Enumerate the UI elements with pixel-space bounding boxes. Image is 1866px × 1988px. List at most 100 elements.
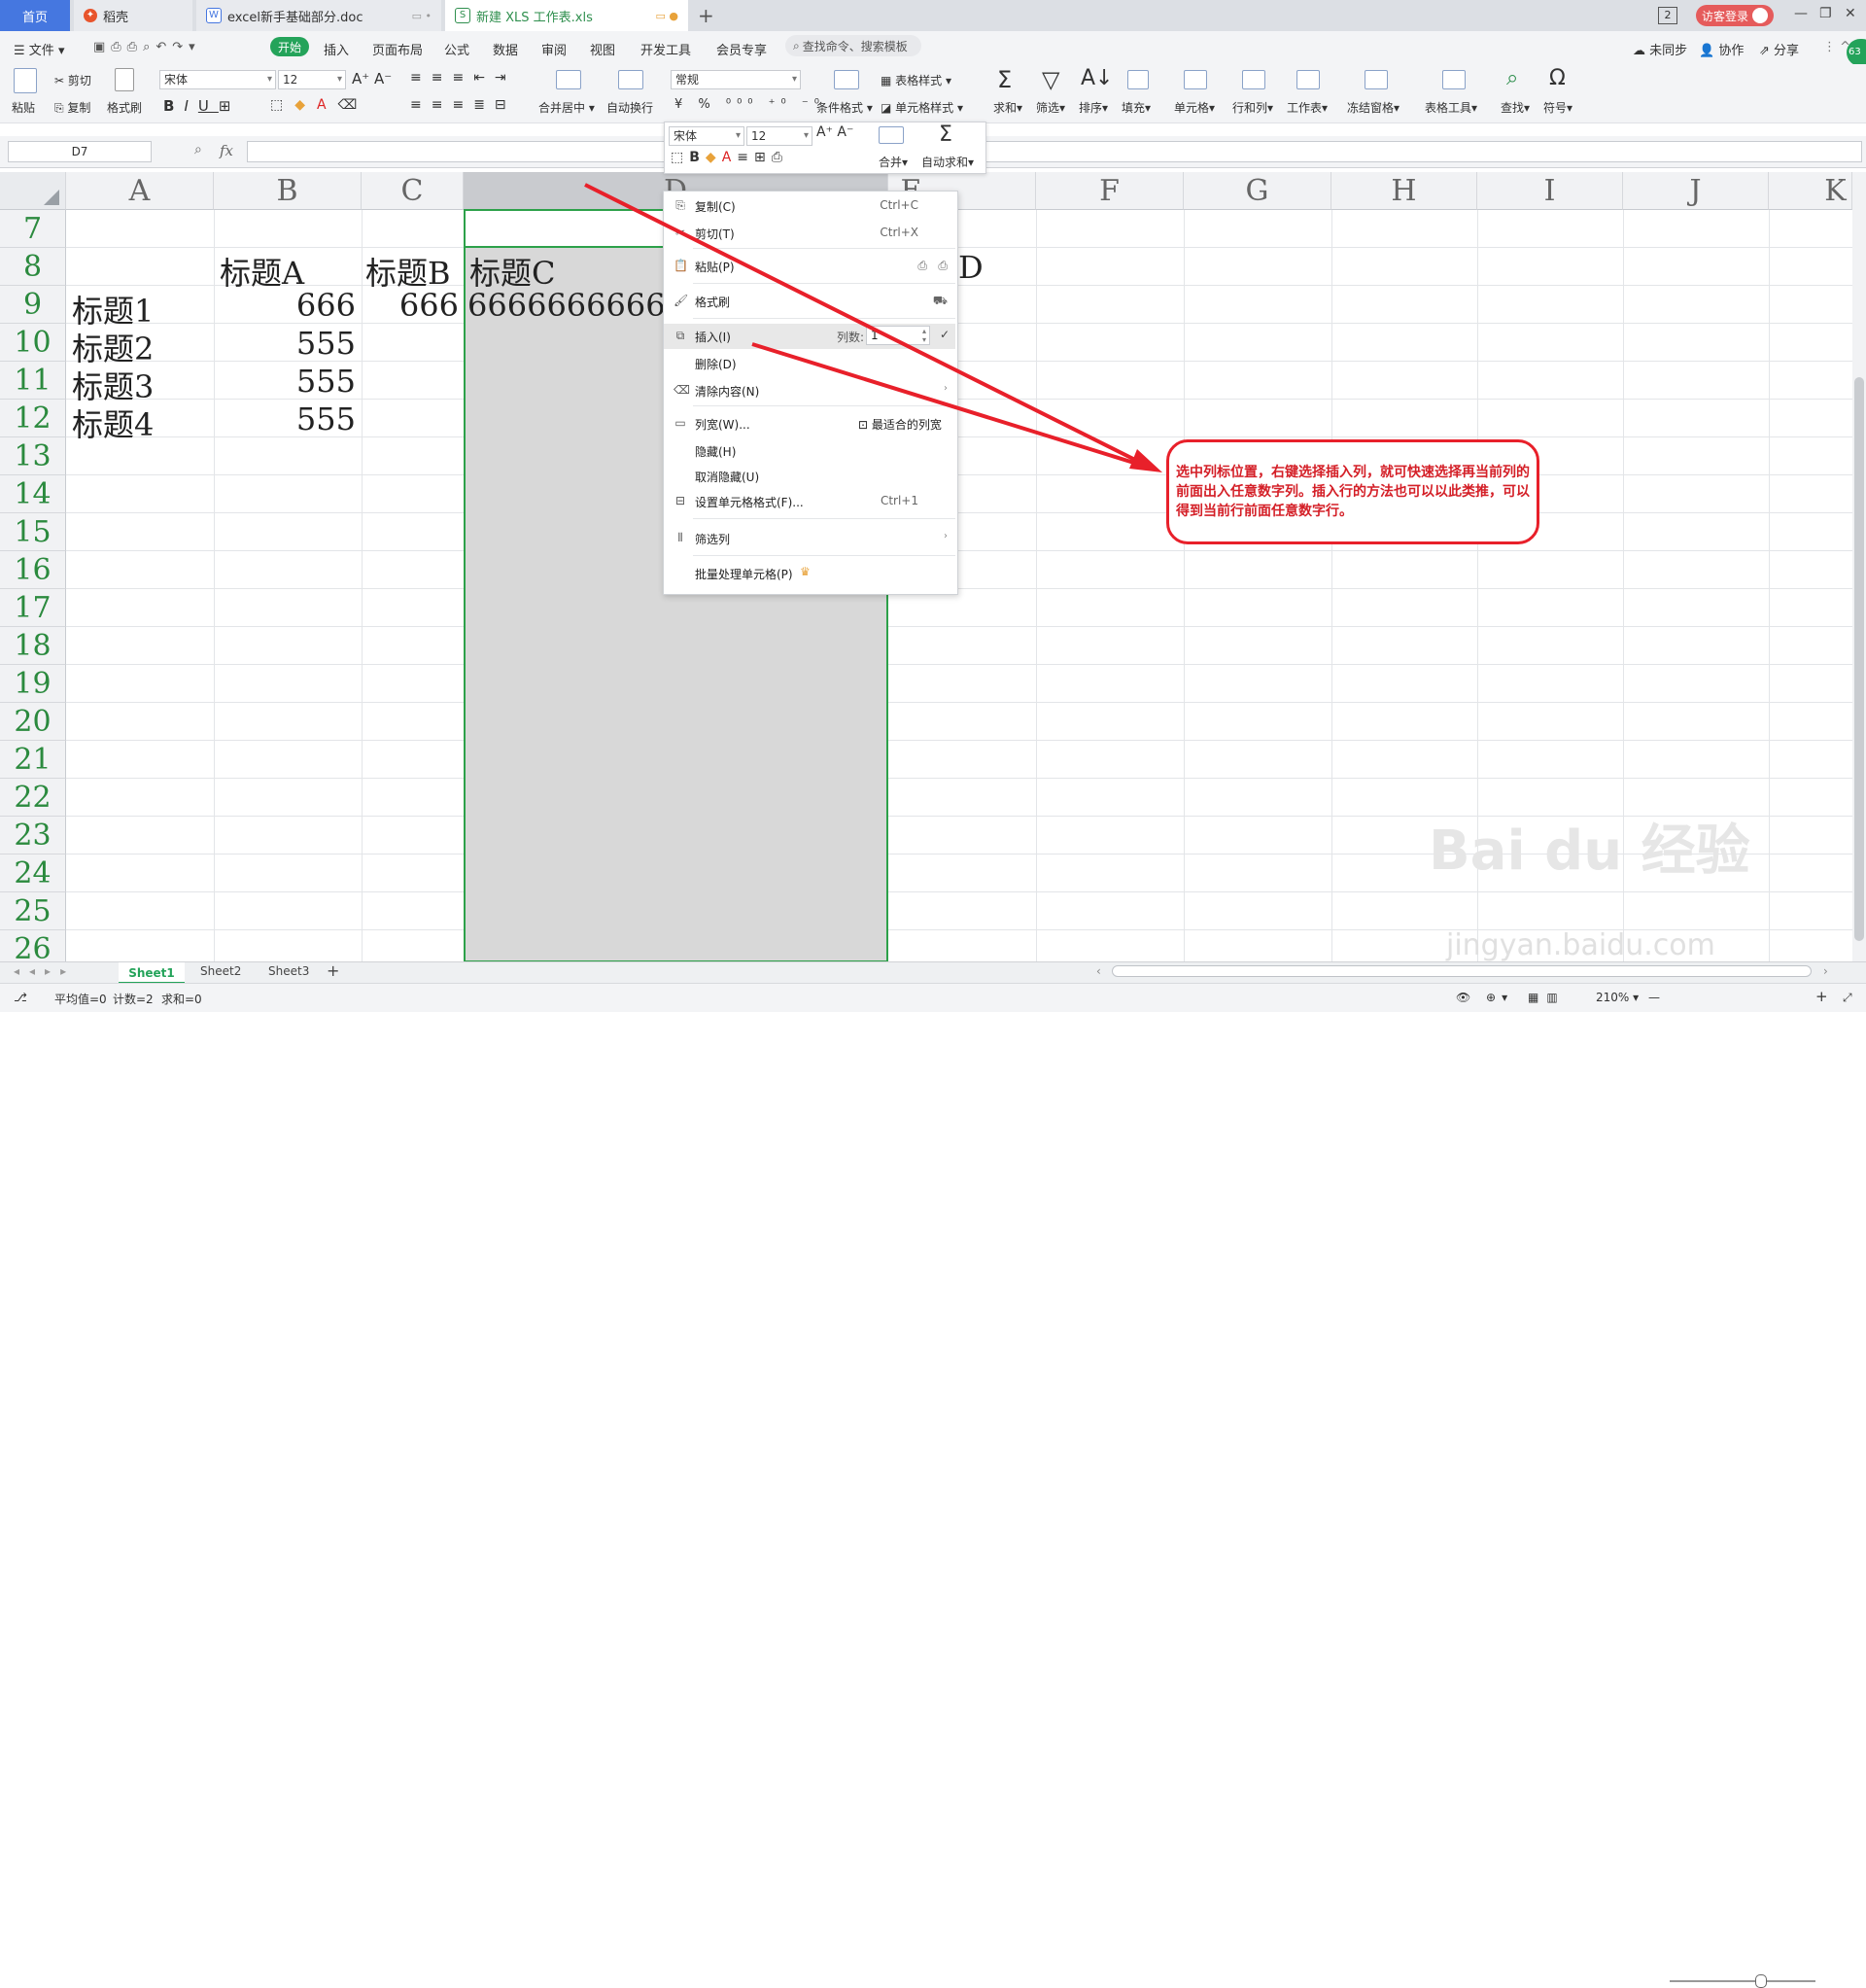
- cell-b12[interactable]: 555: [214, 401, 356, 437]
- tab-docer[interactable]: ✦ 稻壳: [74, 0, 192, 31]
- cell-a12[interactable]: 标题4: [72, 401, 154, 445]
- zoom-slider[interactable]: [1670, 1980, 1815, 1982]
- vertical-align-icons[interactable]: ≡≡≡⇤⇥: [410, 70, 516, 86]
- symbol-button[interactable]: 符号▾: [1543, 99, 1572, 116]
- row-header[interactable]: 17: [0, 589, 66, 627]
- sum-icon[interactable]: Σ: [997, 66, 1012, 93]
- paste-options-icons[interactable]: ⎙ ⎙: [917, 259, 948, 273]
- conditional-format-icon[interactable]: [834, 70, 859, 89]
- format-painter-button[interactable]: 格式刷: [107, 99, 142, 116]
- mini-merge-button[interactable]: 合并▾: [879, 154, 908, 170]
- minimize-icon[interactable]: —: [1794, 6, 1808, 21]
- wrap-text-button[interactable]: 自动换行: [606, 99, 653, 116]
- mini-format-icons[interactable]: ⬚B◆A≡⊞⎙: [671, 150, 788, 165]
- scroll-left-icon[interactable]: ‹: [1096, 964, 1101, 978]
- stepper-icon[interactable]: ▴ ▾: [922, 327, 926, 344]
- mini-autosum-button[interactable]: 自动求和▾: [921, 154, 974, 170]
- wrap-text-icon[interactable]: [618, 70, 643, 89]
- layout-view-icons[interactable]: ▦▥: [1528, 991, 1566, 1004]
- font-grow-shrink-icons[interactable]: A⁺ A⁻: [352, 70, 392, 87]
- row-header[interactable]: 14: [0, 475, 66, 513]
- zoom-formula-icon[interactable]: ⌕: [194, 142, 202, 157]
- worksheet-button[interactable]: 工作表▾: [1287, 99, 1328, 116]
- cell-icon[interactable]: [1184, 70, 1207, 89]
- tab-doc-file[interactable]: Wexcel新手基础部分.doc ▭ •: [196, 0, 441, 31]
- conditional-format-button[interactable]: 条件格式 ▾: [816, 99, 873, 116]
- quick-access-icons[interactable]: ▣⎙⎙⌕↶↷▾: [93, 40, 201, 54]
- menu-item-format-cells[interactable]: ⊟ 设置单元格格式(F)... Ctrl+1: [664, 489, 955, 514]
- best-fit-button[interactable]: ⊡ 最适合的列宽: [858, 416, 942, 433]
- filter-icon[interactable]: ▽: [1042, 66, 1059, 93]
- find-icon[interactable]: ⌕: [1506, 66, 1518, 90]
- restore-icon[interactable]: ❐: [1819, 6, 1832, 21]
- menu-item-clear[interactable]: ⌫ 清除内容(N) ›: [664, 378, 955, 403]
- col-header-g[interactable]: G: [1184, 172, 1331, 210]
- sort-icon[interactable]: A↓: [1081, 66, 1113, 90]
- select-all-corner[interactable]: [0, 172, 66, 210]
- row-header[interactable]: 24: [0, 854, 66, 892]
- row-header[interactable]: 26: [0, 930, 66, 961]
- cut-button[interactable]: ✂ 剪切: [54, 72, 91, 88]
- filter-button[interactable]: 筛选▾: [1036, 99, 1065, 116]
- file-menu[interactable]: ☰ 文件 ▾: [14, 40, 64, 58]
- col-header-f[interactable]: F: [1036, 172, 1184, 210]
- window-count-badge[interactable]: 2: [1658, 7, 1677, 24]
- col-header-b[interactable]: B: [214, 172, 362, 210]
- font-style-icons[interactable]: BIU⊞: [163, 97, 240, 115]
- view-mode-icons[interactable]: 👁 ⊕▾: [1456, 991, 1513, 1004]
- add-sheet-button[interactable]: +: [327, 961, 339, 980]
- menu-item-unhide[interactable]: 取消隐藏(U): [664, 464, 955, 489]
- row-header[interactable]: 15: [0, 513, 66, 551]
- freeze-panes-icon[interactable]: [1365, 70, 1388, 89]
- fill-button[interactable]: 填充▾: [1122, 99, 1151, 116]
- number-format-icons[interactable]: ¥ % ⁰⁰⁰ ⁺⁰ ⁻⁰: [674, 97, 825, 112]
- table-tools-icon[interactable]: [1442, 70, 1466, 89]
- tab-home[interactable]: 首页: [0, 0, 70, 31]
- table-tools-button[interactable]: 表格工具▾: [1425, 99, 1477, 116]
- horizontal-scrollbar[interactable]: [1112, 965, 1812, 977]
- row-header[interactable]: 18: [0, 627, 66, 665]
- table-style-button[interactable]: ▦ 表格样式 ▾: [881, 72, 951, 88]
- vertical-scroll-thumb[interactable]: [1854, 377, 1864, 941]
- paste-icon[interactable]: [14, 68, 37, 93]
- row-header[interactable]: 13: [0, 437, 66, 475]
- horizontal-align-icons[interactable]: ≡≡≡≣⊟: [410, 97, 516, 113]
- worksheet-icon[interactable]: [1296, 70, 1320, 89]
- merge-center-icon[interactable]: [556, 70, 581, 89]
- row-header[interactable]: 9: [0, 286, 66, 324]
- zoom-level[interactable]: 210% ▾: [1596, 991, 1639, 1004]
- merge-center-button[interactable]: 合并居中 ▾: [538, 99, 595, 116]
- row-header[interactable]: 23: [0, 817, 66, 854]
- color-tool-icons[interactable]: ⬚◆A⌫: [270, 97, 368, 113]
- collaborate-button[interactable]: 👤 协作: [1699, 40, 1744, 58]
- menu-item-hide[interactable]: 隐藏(H): [664, 438, 955, 464]
- sum-button[interactable]: 求和▾: [993, 99, 1022, 116]
- row-header[interactable]: 19: [0, 665, 66, 703]
- menu-developer[interactable]: 开发工具: [640, 40, 691, 58]
- menu-item-insert[interactable]: ⧉ 插入(I) 列数: 1 ▴ ▾ ✓: [664, 324, 955, 349]
- format-painter-icon[interactable]: [115, 68, 134, 91]
- row-header[interactable]: 22: [0, 779, 66, 817]
- tab-start[interactable]: 开始: [270, 37, 309, 56]
- tab-modified-dot-icon[interactable]: ▭ ●: [656, 10, 679, 22]
- fullscreen-icon[interactable]: ⤢: [1843, 991, 1852, 1005]
- menu-item-filter-column[interactable]: ⫴ 筛选列 ›: [664, 526, 955, 551]
- cell-b11[interactable]: 555: [214, 363, 356, 400]
- menu-item-batch-process[interactable]: 批量处理单元格(P) ♛: [664, 561, 955, 586]
- fill-icon[interactable]: [1127, 70, 1149, 89]
- font-family-select[interactable]: 宋体: [159, 70, 276, 89]
- menu-item-copy[interactable]: ⎘ 复制(C) Ctrl+C: [664, 193, 955, 219]
- sheet-tab-1[interactable]: Sheet1: [119, 962, 185, 984]
- zoom-out-icon[interactable]: —: [1648, 991, 1660, 1004]
- sync-status[interactable]: ☁ 未同步: [1633, 40, 1687, 58]
- symbol-icon[interactable]: Ω: [1549, 66, 1566, 90]
- sheet-tab-2[interactable]: Sheet2: [200, 964, 241, 978]
- row-header[interactable]: 16: [0, 551, 66, 589]
- cell-style-button[interactable]: ◪ 单元格样式 ▾: [881, 99, 963, 116]
- paste-button[interactable]: 粘贴: [12, 99, 35, 116]
- login-button[interactable]: 访客登录: [1696, 5, 1774, 26]
- share-button[interactable]: ⇗ 分享: [1759, 40, 1799, 58]
- copy-button[interactable]: ⎘ 复制: [54, 99, 90, 116]
- menu-page-layout[interactable]: 页面布局: [372, 40, 423, 58]
- row-header[interactable]: 20: [0, 703, 66, 741]
